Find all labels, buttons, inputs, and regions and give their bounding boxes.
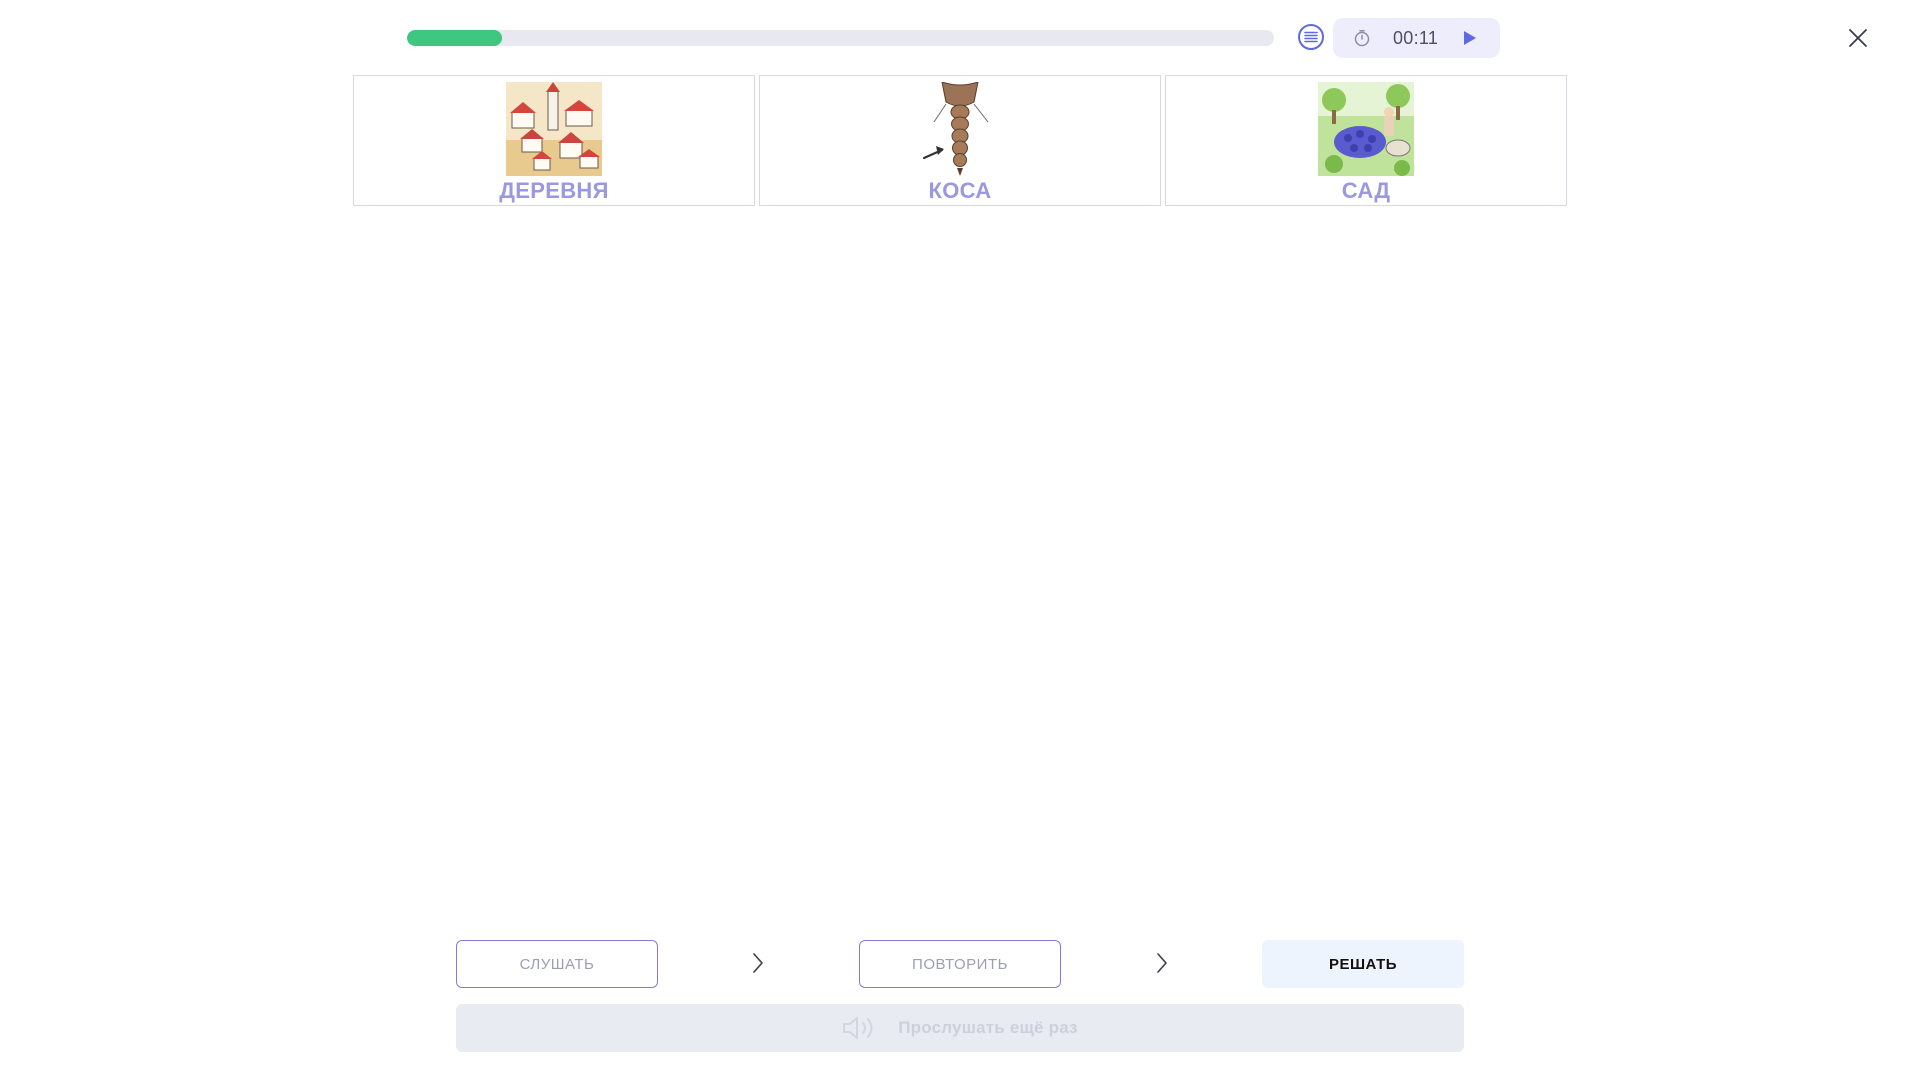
play-icon[interactable] — [1459, 28, 1479, 48]
card-label: ДЕРЕВНЯ — [499, 178, 609, 203]
card-label: КОСА — [928, 178, 992, 203]
timer-value: 00:11 — [1393, 28, 1439, 48]
word-card-braid[interactable]: КОСА — [759, 75, 1161, 206]
list-icon — [1304, 31, 1318, 43]
solve-button[interactable]: РЕШАТЬ — [1262, 940, 1464, 988]
chevron-right-icon — [753, 953, 763, 973]
village-illustration — [506, 82, 602, 176]
word-card-village[interactable]: ДЕРЕВНЯ — [353, 75, 755, 206]
word-card-garden[interactable]: САД — [1165, 75, 1567, 206]
listen-again-button[interactable]: Прослушать ещё раз — [456, 1004, 1464, 1052]
stopwatch-icon — [1354, 30, 1370, 47]
timer-panel: 00:11 — [1333, 18, 1500, 58]
chevron-right-icon — [1157, 953, 1167, 973]
repeat-button[interactable]: ПОВТОРИТЬ — [859, 940, 1061, 988]
garden-illustration — [1318, 82, 1414, 176]
card-label: САД — [1341, 178, 1391, 203]
speaker-icon — [843, 1017, 873, 1039]
progress-bar — [407, 30, 1274, 46]
word-cards: ДЕРЕВНЯ КОСА САД — [353, 75, 1567, 208]
braid-illustration — [922, 82, 989, 176]
progress-fill — [407, 30, 503, 46]
listen-button[interactable]: СЛУШАТЬ — [456, 940, 658, 988]
list-button[interactable] — [1298, 24, 1324, 50]
listen-again-label: Прослушать ещё раз — [898, 1018, 1078, 1037]
close-icon[interactable] — [1846, 26, 1870, 50]
